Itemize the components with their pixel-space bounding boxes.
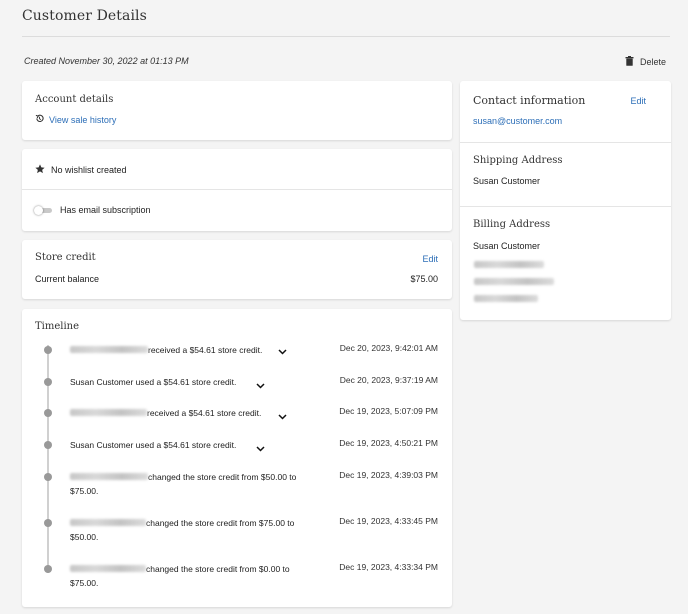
timeline-dot (44, 473, 52, 481)
shipping-divider (460, 206, 671, 207)
current-balance-label: Current balance (35, 274, 100, 284)
timeline-dot (44, 519, 52, 527)
timeline-dot (44, 409, 52, 417)
redacted-name (70, 473, 148, 480)
redacted-name (70, 346, 148, 353)
delete-button[interactable]: Delete (625, 56, 666, 68)
timeline-event-text-cont: $75.00. (70, 578, 99, 588)
timeline-event-date: Dec 20, 2023, 9:37:19 AM (339, 375, 438, 385)
timeline-event-text: received a $54.61 store credit. (148, 345, 263, 355)
email-subscription-label: Has email subscription (60, 205, 151, 215)
timeline-dot (44, 346, 52, 354)
timeline-event-text-cont: $75.00. (70, 486, 99, 496)
timeline-event-date: Dec 20, 2023, 9:42:01 AM (339, 343, 438, 353)
delete-label: Delete (639, 57, 666, 67)
timeline-event-text: changed the store credit from $75.00 to (146, 518, 295, 528)
chevron-down-icon[interactable] (278, 347, 287, 357)
chevron-down-icon[interactable] (278, 412, 287, 422)
redacted-name (70, 409, 147, 416)
star-icon (35, 164, 45, 176)
store-credit-edit-link[interactable]: Edit (422, 254, 438, 264)
timeline-heading: Timeline (35, 321, 80, 332)
billing-name: Susan Customer (473, 241, 541, 251)
redacted-name (70, 565, 146, 572)
contact-heading: Contact information (473, 94, 586, 107)
created-date: Created November 30, 2022 at 01:13 PM (24, 56, 189, 66)
current-balance-value: $75.00 (410, 274, 438, 284)
chevron-down-icon[interactable] (256, 444, 265, 454)
view-sale-history-link[interactable]: View sale history (35, 114, 116, 125)
timeline-event-date: Dec 19, 2023, 4:50:21 PM (339, 438, 438, 448)
account-details-heading: Account details (35, 94, 114, 105)
wishlist-card: No wishlist created Has email subscripti… (22, 149, 452, 231)
contact-card: Contact information Edit susan@customer.… (460, 81, 671, 320)
shipping-heading: Shipping Address (473, 155, 563, 166)
timeline-dot (44, 441, 52, 449)
wishlist-row: No wishlist created (35, 164, 127, 176)
redacted-phone (474, 295, 538, 302)
timeline-dot (44, 565, 52, 573)
shipping-name: Susan Customer (473, 176, 541, 186)
account-details-card: Account details View sale history (22, 81, 452, 140)
timeline-event-date: Dec 19, 2023, 4:33:34 PM (339, 562, 438, 572)
timeline-event-text: changed the store credit from $0.00 to (146, 564, 290, 574)
redacted-address-line (474, 261, 544, 268)
page-title: Customer Details (22, 8, 147, 24)
timeline-event-text: changed the store credit from $50.00 to (148, 472, 297, 482)
view-sale-history-label: View sale history (49, 114, 117, 125)
timeline-event-text: received a $54.61 store credit. (147, 408, 262, 418)
wishlist-divider (22, 189, 452, 190)
trash-icon (625, 56, 634, 68)
email-subscription-toggle[interactable] (34, 206, 53, 215)
timeline-event-text: Susan Customer used a $54.61 store credi… (70, 440, 237, 450)
wishlist-text: No wishlist created (51, 165, 127, 175)
email-subscription-row: Has email subscription (34, 205, 151, 215)
history-icon (35, 114, 44, 125)
timeline-dot (44, 378, 52, 386)
redacted-name (70, 519, 146, 526)
chevron-down-icon[interactable] (256, 381, 265, 391)
title-divider (22, 36, 670, 37)
timeline-event-date: Dec 19, 2023, 4:39:03 PM (339, 470, 438, 480)
timeline-card: Timeline received a $54.61 store credit.… (22, 309, 452, 607)
contact-divider (460, 142, 671, 143)
redacted-address-line (474, 278, 554, 285)
billing-heading: Billing Address (473, 219, 551, 230)
contact-email-link[interactable]: susan@customer.com (473, 116, 562, 126)
timeline-event-date: Dec 19, 2023, 4:33:45 PM (339, 516, 438, 526)
timeline-event-text: Susan Customer used a $54.61 store credi… (70, 377, 237, 387)
timeline-event-text-cont: $50.00. (70, 532, 99, 542)
contact-edit-link[interactable]: Edit (630, 96, 646, 106)
store-credit-card: Store credit Edit Current balance $75.00 (22, 240, 452, 299)
timeline-event-date: Dec 19, 2023, 5:07:09 PM (339, 406, 438, 416)
store-credit-heading: Store credit (35, 252, 96, 263)
